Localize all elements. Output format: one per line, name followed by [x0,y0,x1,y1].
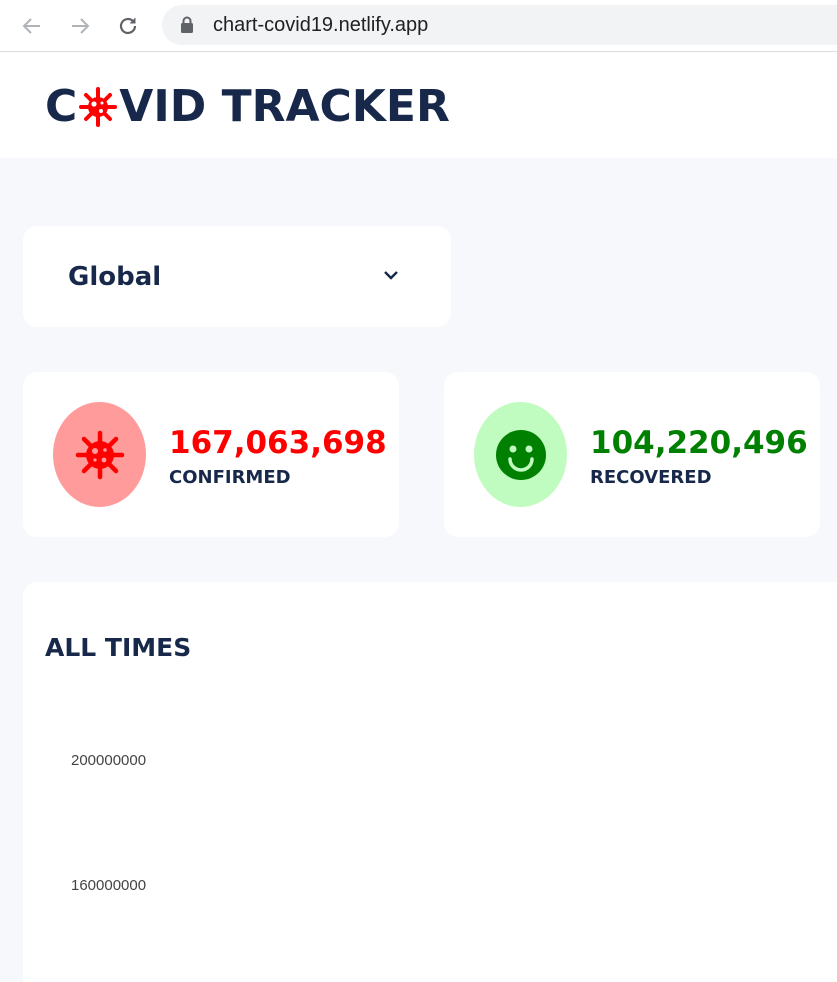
country-select-value: Global [68,262,162,292]
y-axis-tick-label: 200000000 [71,752,147,769]
y-axis-tick-label: 160000000 [71,877,147,894]
browser-toolbar: chart-covid19.netlify.app [0,0,837,52]
virus-icon [79,87,118,127]
lock-icon [181,16,193,33]
app-logo[interactable]: C VID TRACKER [45,81,450,133]
back-button[interactable] [18,12,46,40]
forward-arrow-icon [72,18,90,34]
confirmed-count: 167,063,698 [169,425,387,461]
recovered-count: 104,220,496 [590,425,808,461]
confirmed-icon-badge [53,402,146,507]
address-bar[interactable]: chart-covid19.netlify.app [162,5,837,45]
smiley-icon [495,429,546,480]
recovered-icon-badge [474,402,567,507]
confirmed-label: CONFIRMED [169,467,291,488]
virus-icon [75,430,124,479]
chart-card: ALL TIMES 200000000 160000000 [23,582,837,982]
recovered-label: RECOVERED [590,467,712,488]
forward-button[interactable] [66,12,94,40]
url-text: chart-covid19.netlify.app [213,14,429,36]
recovered-card: 104,220,496 RECOVERED [444,372,820,537]
reload-button[interactable] [114,12,142,40]
logo-text-suffix: VID TRACKER [119,81,450,132]
chevron-down-icon [384,271,398,280]
app-header: C VID TRACKER [0,52,837,158]
reload-icon [119,17,137,35]
country-select[interactable]: Global [23,226,451,327]
logo-text-prefix: C [45,81,78,132]
back-arrow-icon [22,18,40,34]
confirmed-card: 167,063,698 CONFIRMED [23,372,399,537]
chart-title: ALL TIMES [45,633,192,662]
